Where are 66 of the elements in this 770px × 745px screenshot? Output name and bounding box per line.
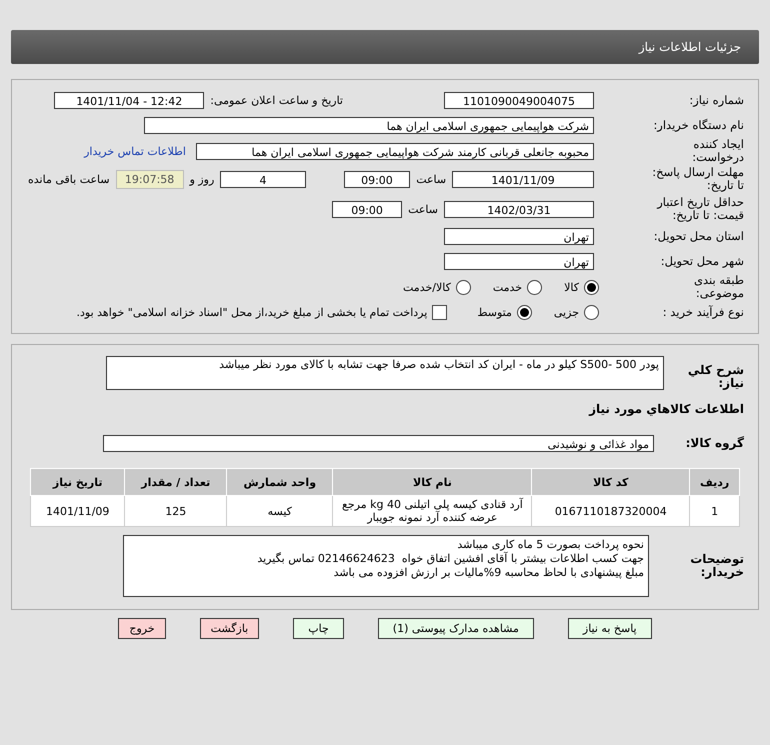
summary-field[interactable]: پودر 500 -S500 کیلو در ماه - ایران کد انتخاب شده صرفا جهت تشابه با کالای مورد نظر میباشد: [106, 356, 664, 390]
field-label: شهر محل تحویل:: [660, 255, 745, 268]
goods-group-field[interactable]: مواد غذائی و نوشیدنی: [103, 434, 654, 452]
field-label: گروه کالا:: [684, 436, 745, 450]
field-label: ساعت باقی مانده: [27, 172, 111, 186]
field-label: استان محل تحویل:: [652, 230, 745, 243]
field-label: شرح كلي نياز:: [686, 362, 745, 390]
checkbox[interactable]: [432, 305, 448, 320]
action-button[interactable]: مشاهده مدارک پیوستی (1): [378, 618, 534, 639]
column-header: کد کالا: [532, 468, 690, 496]
column-header: واحد شمارش: [226, 468, 333, 496]
validity-time-field[interactable]: 09:00: [332, 200, 402, 218]
note-line: جهت کسب اطلاعات بیشتر با آقای افشین اتفاق خواه 02146624623 تماس بگیرید: [256, 552, 644, 566]
buyer-org-field[interactable]: شرکت هواپیمایی جمهوری اسلامی ایران هما: [144, 117, 594, 134]
column-header: تعداد / مقدار: [124, 468, 227, 496]
radio-button[interactable]: [584, 280, 599, 294]
note-line: مبلغ پیشنهادی با لحاظ محاسبه 9%مالیات بر ارزش افزوده می باشد: [332, 566, 644, 580]
radio-label: کالا: [564, 280, 579, 294]
field-label: نوع فرآیند خرید :: [662, 306, 745, 319]
field-label: توضیحات خریدار:: [689, 553, 745, 579]
checkbox-label: پرداخت تمام یا بخشی از مبلغ خرید،از محل "اسناد خزانه اسلامی" خواهد بود.: [76, 306, 428, 319]
action-button[interactable]: پاسخ به نیاز: [568, 618, 652, 639]
field-label: شماره نیاز:: [688, 94, 745, 107]
field-label: مهلت ارسال پاسخ: تا تاریخ:: [651, 166, 745, 192]
table-cell: 1: [690, 496, 740, 526]
validity-date-field[interactable]: 1402/03/31: [444, 200, 594, 218]
table-cell: 0167110187320004: [532, 496, 690, 526]
province-field[interactable]: تهران: [444, 228, 594, 245]
radio-label: متوسط: [477, 306, 512, 319]
field-label: طبقه بندی موضوعی:: [693, 274, 745, 300]
radio-button[interactable]: [527, 280, 542, 294]
page-header: جزئیات اطلاعات نیاز: [11, 30, 759, 64]
column-header: تاریخ نیاز: [30, 468, 125, 496]
announce-date-field[interactable]: 1401/11/04 - 12:42: [54, 92, 204, 109]
field-label: نام دستگاه خریدار:: [652, 119, 745, 132]
table-cell: 1401/11/09: [30, 496, 125, 526]
contact-link[interactable]: اطلاعات تماس خریدار: [84, 144, 186, 158]
deadline-time-field[interactable]: 09:00: [344, 170, 410, 188]
remaining-time: 19:07:58: [116, 170, 184, 188]
exit-button[interactable]: بازگشت: [200, 618, 260, 639]
radio-label: خدمت: [492, 280, 522, 294]
radio-label: کالا/خدمت: [403, 280, 451, 294]
radio-label: جزیی: [554, 306, 579, 319]
radio-button[interactable]: [456, 280, 471, 294]
table-cell: 125: [124, 496, 227, 526]
column-header: رديف: [690, 468, 740, 496]
table-cell: کیسه: [226, 496, 333, 526]
field-label: تاریخ و ساعت اعلان عمومی:: [209, 94, 344, 107]
column-header: نام کالا: [332, 468, 532, 496]
field-label: ایجاد کننده درخواست:: [691, 138, 745, 164]
field-label: ساعت: [415, 172, 448, 186]
requester-field[interactable]: محبوبه جانعلی قربانی کارمند شرکت هواپیمایی جمهوری اسلامی ایران هما: [196, 142, 594, 160]
city-field[interactable]: تهران: [444, 253, 594, 270]
field-label: حداقل تاریخ اعتبار قیمت: تا تاریخ:: [656, 196, 745, 222]
field-label: ساعت: [407, 202, 439, 216]
deadline-date-field[interactable]: 1401/11/09: [452, 170, 594, 188]
exit-button[interactable]: خروج: [118, 618, 166, 639]
radio-button[interactable]: [584, 305, 599, 320]
radio-button[interactable]: [516, 305, 532, 320]
field-label: روز و: [188, 172, 216, 186]
need-number-field[interactable]: 1101090049004075: [444, 92, 594, 109]
days-field[interactable]: 4: [220, 170, 306, 188]
section-title: اطلاعات كالاهاي مورد نياز: [589, 402, 745, 416]
table-cell: آرد قنادی کیسه پلی اتیلنی 40 kg مرجع عرضه کننده آرد نمونه جویبار: [332, 496, 532, 526]
action-button[interactable]: چاپ: [293, 618, 344, 639]
note-line: نحوه پرداخت بصورت 5 ماه کاری میباشد: [456, 538, 644, 552]
